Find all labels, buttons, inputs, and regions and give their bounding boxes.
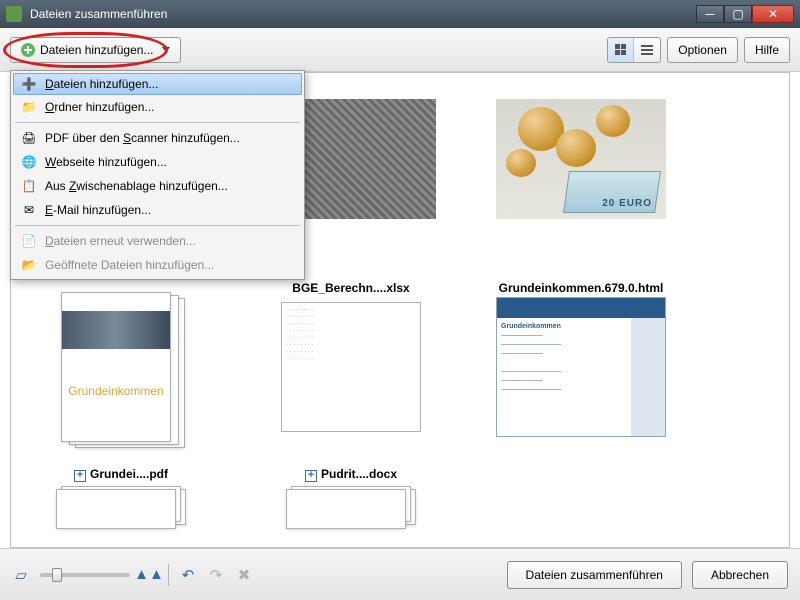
file-item[interactable]: +Grundei....pdf: [21, 461, 221, 523]
file-label: +Grundei....pdf: [74, 467, 168, 483]
list-icon: [641, 45, 653, 55]
add-files-dropdown: ➕ Dateien hinzufügen... 📁 Ordner hinzufügen…: [10, 70, 305, 280]
zoom-out-icon[interactable]: ▱: [12, 566, 30, 584]
file-item[interactable]: 20 EURO: [481, 89, 681, 251]
dropdown-item[interactable]: ✉ E-Mail hinzufügen...: [13, 198, 302, 222]
expand-icon[interactable]: +: [305, 470, 317, 482]
file-item[interactable]: Grundeinkommen.679.0.html Grundeinkommen…: [481, 275, 681, 437]
spreadsheet-thumbnail: ··· ··· ··· ···· · · · · · · ·· · · · · …: [281, 302, 421, 432]
mail-icon: ✉: [21, 202, 37, 218]
slider-thumb[interactable]: [52, 568, 62, 582]
dropdown-item-label: Geöffnete Dateien hinzufügen...: [45, 258, 214, 272]
file-item[interactable]: Grundeinkommen 71 Sei...: [21, 275, 221, 437]
dropdown-item[interactable]: 📁 Ordner hinzufügen...: [13, 95, 302, 119]
maximize-button[interactable]: ▢: [724, 5, 752, 23]
close-button[interactable]: ✕: [752, 5, 794, 23]
grid-icon: [615, 44, 626, 55]
dropdown-item-label: E-Mail hinzufügen...: [45, 203, 151, 217]
undo-icon[interactable]: ↶: [179, 566, 197, 584]
toolbar: Dateien hinzufügen... Optionen Hilfe: [0, 28, 800, 72]
dropdown-item-label: Ordner hinzufügen...: [45, 100, 154, 114]
grid-view-button[interactable]: [608, 38, 634, 62]
dropdown-item-label: Dateien erneut verwenden...: [45, 234, 196, 248]
help-button[interactable]: Hilfe: [744, 37, 790, 63]
zoom-slider[interactable]: [40, 573, 130, 577]
webpage-thumbnail: Grundeinkommen —————————————————————————…: [496, 297, 666, 437]
dropdown-item[interactable]: 📋 Aus Zwischenablage hinzufügen...: [13, 174, 302, 198]
dropdown-item[interactable]: 🖨 PDF über den Scanner hinzufügen...: [13, 126, 302, 150]
dropdown-item: 📄 Dateien erneut verwenden...: [13, 229, 302, 253]
file-label: +Pudrit....docx: [305, 467, 397, 483]
file-label: BGE_Berechn....xlsx: [292, 281, 409, 297]
options-button[interactable]: Optionen: [667, 37, 738, 63]
clipboard-icon: 📋: [21, 178, 37, 194]
minimize-button[interactable]: ─: [696, 5, 724, 23]
chevron-down-icon: [162, 47, 170, 52]
window-title: Dateien zusammenführen: [26, 7, 696, 21]
dropdown-item-label: PDF über den Scanner hinzufügen...: [45, 131, 240, 145]
add-files-button[interactable]: Dateien hinzufügen...: [10, 37, 181, 63]
folder-icon: 📁: [21, 99, 37, 115]
file-label: Grundeinkommen.679.0.html: [499, 281, 664, 297]
add-icon: [21, 43, 35, 57]
view-toggle: [607, 37, 661, 63]
dropdown-item[interactable]: ➕ Dateien hinzufügen...: [13, 73, 302, 95]
dropdown-item-label: Dateien hinzufügen...: [45, 77, 158, 91]
delete-icon[interactable]: ✖: [235, 566, 253, 584]
open-icon: 📂: [21, 257, 37, 273]
reuse-icon: 📄: [21, 233, 37, 249]
dropdown-item: 📂 Geöffnete Dateien hinzufügen...: [13, 253, 302, 277]
merge-button[interactable]: Dateien zusammenführen: [507, 561, 682, 589]
add-icon: ➕: [21, 76, 37, 92]
app-icon: [6, 6, 22, 22]
scanner-icon: 🖨: [21, 130, 37, 146]
file-item[interactable]: BGE_Berechn....xlsx ··· ··· ··· ···· · ·…: [251, 275, 451, 437]
titlebar: Dateien zusammenführen ─ ▢ ✕: [0, 0, 800, 28]
dropdown-item[interactable]: 🌐 Webseite hinzufügen...: [13, 150, 302, 174]
coins-thumbnail: 20 EURO: [496, 99, 666, 219]
cancel-button[interactable]: Abbrechen: [692, 561, 788, 589]
dropdown-item-label: Aus Zwischenablage hinzufügen...: [45, 179, 228, 193]
add-files-label: Dateien hinzufügen...: [40, 43, 153, 57]
zoom-in-icon[interactable]: ▲▲: [140, 566, 158, 584]
list-view-button[interactable]: [634, 38, 660, 62]
footer: ▱ ▲▲ ↶ ↷ ✖ Dateien zusammenführen Abbrec…: [0, 548, 800, 600]
dropdown-item-label: Webseite hinzufügen...: [45, 155, 167, 169]
globe-icon: 🌐: [21, 154, 37, 170]
file-item[interactable]: +Pudrit....docx: [251, 461, 451, 523]
expand-icon[interactable]: +: [74, 470, 86, 482]
redo-icon[interactable]: ↷: [207, 566, 225, 584]
window-buttons: ─ ▢ ✕: [696, 5, 794, 23]
